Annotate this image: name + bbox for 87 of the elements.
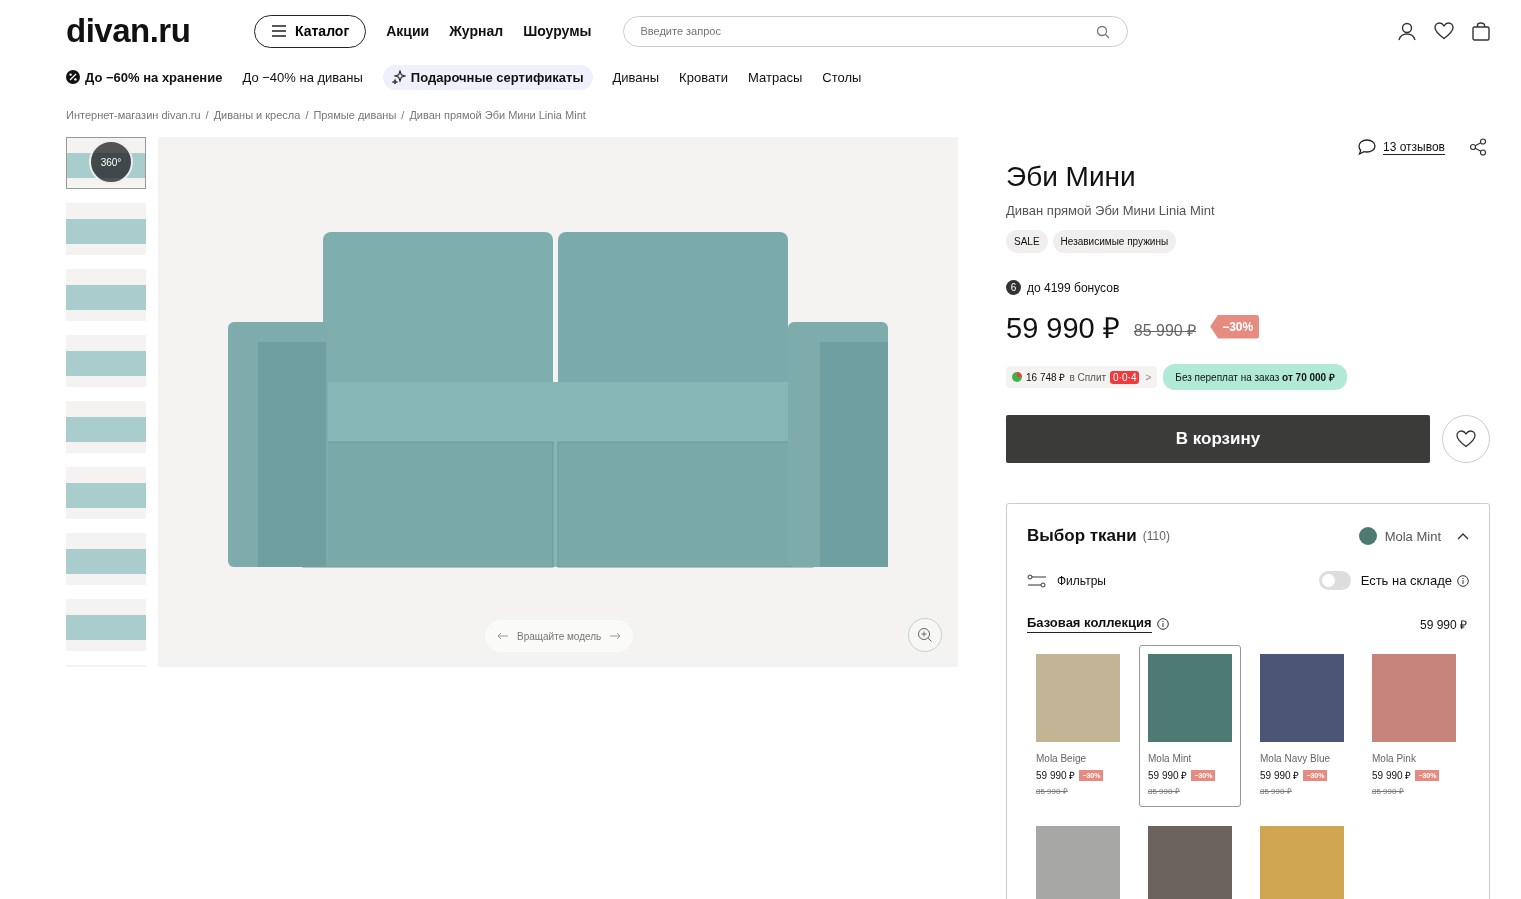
swatch-name: Mola Navy Blue: [1260, 753, 1332, 764]
site-logo[interactable]: divan.ru: [66, 12, 234, 50]
fabric-title: Выбор ткани: [1027, 526, 1137, 546]
split-badge: 0·0·4: [1110, 370, 1140, 384]
swatch-name: Mola Beige: [1036, 753, 1088, 764]
thumbnail[interactable]: [66, 533, 146, 585]
breadcrumb-link[interactable]: Прямые диваны: [313, 109, 397, 121]
split-amount: 16 748 ₽: [1026, 371, 1066, 384]
header-link[interactable]: Акции: [386, 23, 430, 39]
heart-icon: [1456, 430, 1476, 448]
catalog-button[interactable]: Каталог: [254, 14, 367, 48]
search-icon: [1096, 24, 1111, 39]
split-label: в Сплит: [1069, 371, 1107, 383]
swatch-old-price: 85 990 ₽: [1036, 786, 1069, 796]
right-arrow-icon: [609, 632, 622, 640]
selected-fabric: Mola Mint: [1384, 528, 1441, 544]
swatch-old-price: 85 990 ₽: [1372, 786, 1405, 796]
thumbnail[interactable]: [66, 599, 146, 651]
swatch-price: 59 990 ₽: [1036, 769, 1076, 782]
product-tag: SALE: [1006, 230, 1048, 253]
add-to-cart-button[interactable]: В корзину: [1006, 415, 1430, 463]
left-arrow-icon: [497, 632, 509, 640]
bonus-text: до 4199 бонусов: [1027, 280, 1120, 295]
swatch-price: 59 990 ₽: [1372, 769, 1412, 782]
nav-link[interactable]: До −60% на хранение: [66, 69, 223, 85]
search-field[interactable]: Введите запрос: [623, 15, 1129, 47]
filter-icon: [1027, 573, 1047, 588]
fabric-count: (110): [1142, 529, 1170, 543]
breadcrumb-separator: /: [305, 109, 309, 121]
breadcrumb-link[interactable]: Диван прямой Эби Мини Linia Mint: [409, 109, 586, 121]
rotate-hint-text: Вращайте модель: [517, 630, 602, 642]
rotate-hint[interactable]: Вращайте модель: [485, 620, 634, 652]
nav-link[interactable]: Кровати: [679, 69, 729, 85]
share-icon[interactable]: [1469, 138, 1487, 156]
split-chevron: >: [1145, 371, 1152, 383]
menu-icon: [271, 25, 287, 37]
stock-label: Есть на складе: [1360, 573, 1452, 588]
thumbnail[interactable]: [66, 401, 146, 453]
swatch-old-price: 85 990 ₽: [1148, 786, 1181, 796]
split-logo-icon: [1012, 372, 1022, 382]
swatch-price: 59 990 ₽: [1260, 769, 1300, 782]
collection-price: 59 990 ₽: [1419, 616, 1467, 633]
thumbnail[interactable]: [66, 335, 146, 387]
breadcrumb-link[interactable]: Интернет-магазин divan.ru: [66, 109, 201, 121]
thumbnail[interactable]: [66, 203, 146, 255]
user-icon[interactable]: [1398, 21, 1416, 41]
breadcrumb-separator: /: [401, 109, 405, 121]
reviews-link[interactable]: 13 отзывов: [1383, 139, 1445, 155]
old-price: 85 990 ₽: [1133, 320, 1197, 341]
breadcrumb-separator: /: [205, 109, 209, 121]
nav-link[interactable]: Матрасы: [748, 69, 803, 85]
product-title: Эби Мини: [1006, 161, 1137, 193]
thumbnail[interactable]: [66, 269, 146, 321]
swatch-price: 59 990 ₽: [1148, 769, 1188, 782]
favorite-button[interactable]: [1442, 415, 1490, 463]
heart-icon[interactable]: [1434, 22, 1454, 40]
swatch-name: Mola Mint: [1148, 753, 1193, 764]
filters-link[interactable]: Фильтры: [1057, 573, 1106, 588]
zoom-button[interactable]: [908, 618, 942, 652]
nav-link[interactable]: Диваны: [612, 69, 660, 85]
comment-icon: [1357, 138, 1377, 156]
sparkle-icon: [391, 70, 406, 84]
swatch-name: Mola Pink: [1372, 753, 1417, 764]
bag-icon[interactable]: [1472, 21, 1490, 41]
thumbnail[interactable]: 360°: [66, 137, 146, 189]
product-tag: Независимые пружины: [1052, 230, 1177, 253]
nav-link[interactable]: Столы: [822, 69, 862, 85]
info-icon: [1156, 618, 1169, 630]
rotate-badge: 360°: [89, 140, 133, 184]
breadcrumb-link[interactable]: Диваны и кресла: [213, 109, 301, 121]
product-subtitle: Диван прямой Эби Мини Linia Mint: [1006, 203, 1216, 218]
split-widget[interactable]: 16 748 ₽ в Сплит 0·0·4 >: [1006, 366, 1158, 388]
thumbnail[interactable]: [66, 467, 146, 519]
stock-toggle[interactable]: [1318, 571, 1351, 590]
zoom-in-icon: [917, 627, 933, 643]
info-icon: [1457, 574, 1469, 587]
price: 59 990 ₽: [1006, 311, 1120, 346]
nav-link[interactable]: До −40% на диваны: [242, 69, 363, 85]
header-link[interactable]: Журнал: [449, 23, 504, 39]
bonus-badge: 6: [1006, 280, 1021, 295]
promo-bubble: Без переплат на заказ от 70 000 ₽: [1163, 364, 1347, 390]
collection-tab[interactable]: Базовая коллекция: [1027, 615, 1152, 633]
swatch-old-price: 85 990 ₽: [1260, 786, 1293, 796]
header-link[interactable]: Шоурумы: [523, 23, 592, 39]
discount-tag: −30%: [1210, 314, 1260, 339]
percent-icon: [66, 70, 80, 84]
chevron-icon[interactable]: [1457, 532, 1469, 540]
